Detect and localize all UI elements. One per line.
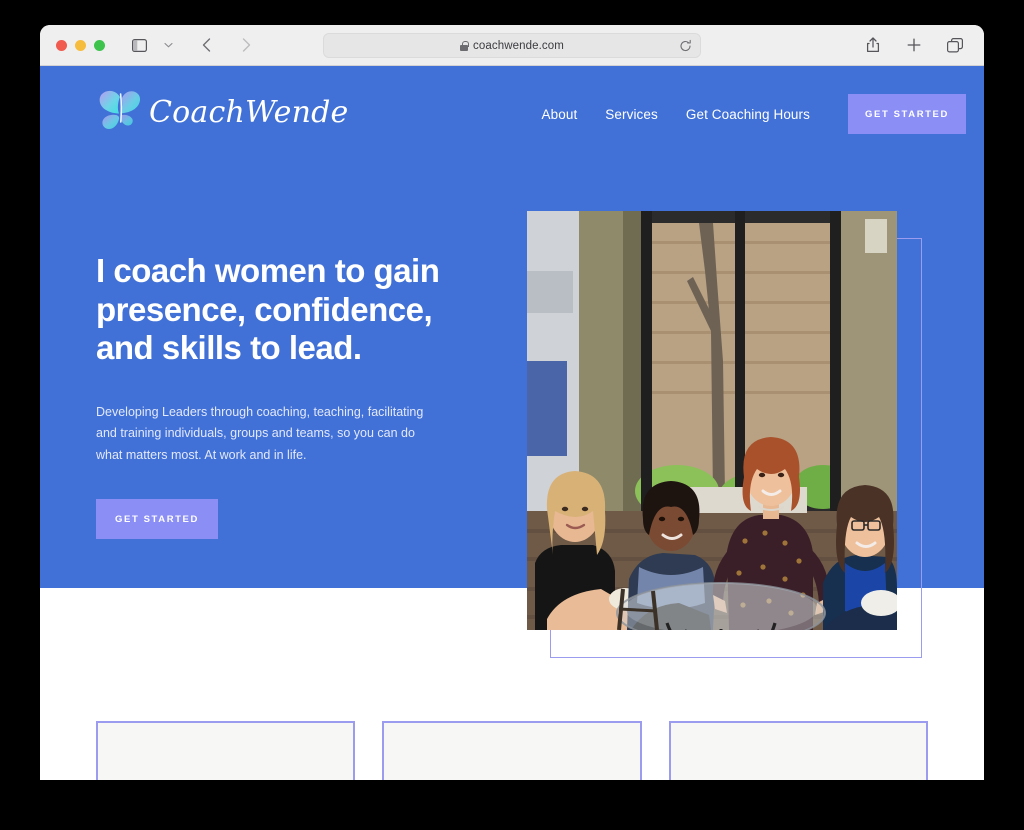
main-navigation: About Services Get Coaching Hours GET ST… [542,94,966,134]
butterfly-icon [99,90,141,129]
hero-copy: I coach women to gain presence, confiden… [96,252,486,540]
feature-card-purpose[interactable]: Live and Work with Purpose [96,721,356,780]
url-text: coachwende.com [473,39,564,52]
share-icon[interactable] [862,35,884,55]
feature-card-leadership[interactable]: Grow Leadership Presence [668,721,928,780]
browser-toolbar: coachwende.com [40,25,984,66]
toolbar-right-actions [862,35,966,55]
back-chevron-icon[interactable] [195,35,217,55]
navigation-controls [195,35,257,55]
sidebar-toggle-icon[interactable] [128,35,150,55]
window-controls [56,39,105,51]
chevron-down-icon[interactable] [157,35,179,55]
hero-title: I coach women to gain presence, confiden… [96,252,440,367]
nav-link-get-coaching-hours[interactable]: Get Coaching Hours [686,107,810,122]
tab-overview-icon[interactable] [944,35,966,55]
brand-logo[interactable]: CoachWende [96,88,348,136]
feature-card-confidence[interactable]: Gain Confidence [382,721,642,780]
hero-get-started-button[interactable]: GET STARTED [96,499,218,540]
reload-icon[interactable] [679,39,692,52]
hero-subtitle: Developing Leaders through coaching, tea… [96,404,424,462]
forward-chevron-icon[interactable] [235,35,257,55]
sidebar-controls [128,35,179,55]
brand-name: CoachWende [149,94,349,130]
feature-cards: Live and Work with Purpose Gain Confiden… [40,721,984,780]
address-bar[interactable]: coachwende.com [323,33,701,58]
browser-window: coachwende.com CoachWende About Services… [40,25,984,780]
header-get-started-button[interactable]: GET STARTED [848,94,966,134]
site-header: CoachWende About Services Get Coaching H… [40,66,984,171]
maximize-window-button[interactable] [94,39,105,51]
webpage-content: CoachWende About Services Get Coaching H… [40,66,984,780]
plus-icon[interactable] [903,35,925,55]
close-window-button[interactable] [56,39,67,51]
nav-link-about[interactable]: About [542,107,578,122]
hero-photo [527,211,897,630]
nav-link-services[interactable]: Services [605,107,658,122]
minimize-window-button[interactable] [75,39,86,51]
lock-icon [460,40,469,51]
